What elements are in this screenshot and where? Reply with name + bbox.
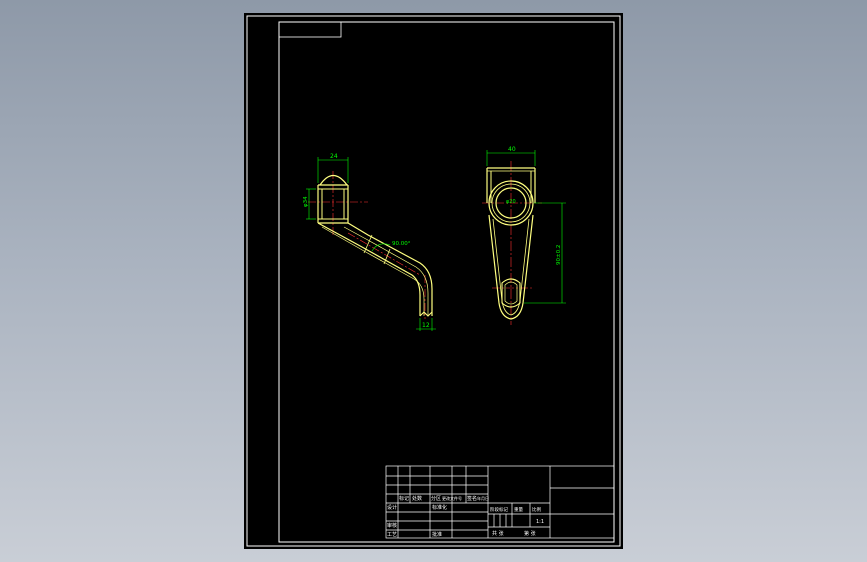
dim-front-height: 90±0.2	[556, 245, 562, 265]
label-process: 工艺	[387, 532, 397, 538]
side-arm-centerline	[347, 232, 421, 276]
label-stage: 阶段标记	[490, 506, 508, 513]
side-hub-top-arc	[319, 174, 348, 186]
label-standardize: 标准化	[432, 504, 447, 511]
dim-side-bore: φ34	[303, 196, 309, 207]
outer-border	[246, 15, 621, 547]
label-signature: 签名	[467, 495, 477, 502]
label-date: 年月日	[477, 495, 489, 501]
side-arm-outer	[317, 222, 421, 316]
scale-value: 1:1	[536, 519, 544, 525]
title-block	[385, 465, 615, 539]
dim-side-top-width: 24	[330, 153, 338, 160]
label-designer: 设计	[387, 504, 397, 511]
dim-side-bottom-width: 12	[422, 322, 430, 329]
dim-side-angle: 90.00°	[392, 241, 411, 247]
side-view	[308, 171, 433, 319]
label-approve: 批准	[432, 531, 442, 538]
dim-front-bore: φ20	[506, 199, 516, 205]
label-change-doc: 更改文件号	[442, 495, 462, 501]
cad-drawing: 24 φ34 90.00° 12 40 φ20 90±0.2 标记 处数 分区 …	[246, 15, 621, 547]
label-scale: 比例	[532, 506, 541, 513]
front-dimensions: 40 φ20 90±0.2	[486, 146, 566, 304]
label-count: 处数	[412, 495, 422, 502]
label-weight: 重量	[514, 506, 523, 513]
side-dimensions: 24 φ34 90.00° 12	[303, 153, 436, 331]
drawing-number-box	[278, 21, 342, 38]
drawing-sheet: 24 φ34 90.00° 12 40 φ20 90±0.2 标记 处数 分区 …	[244, 13, 623, 549]
label-mark: 标记	[399, 495, 409, 502]
front-view	[482, 161, 542, 325]
label-zone: 分区	[431, 495, 441, 502]
title-block-text: 标记 处数 分区 更改文件号 签名 年月日 设计 标准化 审核 工艺 批准 阶段…	[387, 495, 544, 538]
dim-front-top-width: 40	[508, 146, 516, 153]
label-checker: 审核	[387, 522, 397, 529]
label-sheet-total: 共 张	[492, 530, 504, 537]
inner-border	[278, 21, 615, 543]
label-sheet-num: 第 张	[524, 530, 536, 537]
